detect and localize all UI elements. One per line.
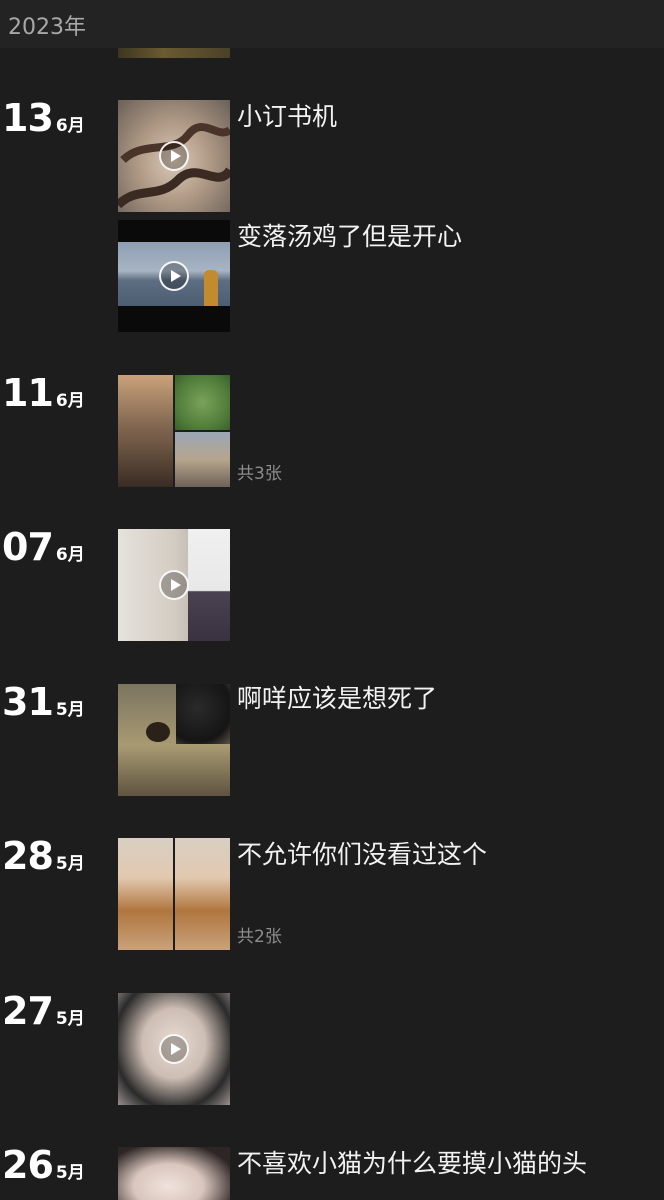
year-header: 2023年	[0, 0, 664, 48]
play-icon	[159, 141, 189, 171]
play-icon	[159, 1034, 189, 1064]
photo-grass	[175, 375, 230, 430]
day-number: 27	[2, 989, 54, 1033]
timeline-entry: 11 6月 共3张	[0, 373, 664, 493]
month-label: 5月	[55, 854, 85, 874]
portrait-video-thumbnail[interactable]	[118, 993, 230, 1105]
play-icon	[159, 261, 189, 291]
post-caption[interactable]: 啊咩应该是想死了	[237, 682, 437, 716]
date-label: 28 5月	[2, 836, 85, 876]
date-label: 27 5月	[2, 991, 85, 1031]
post-caption[interactable]: 不喜欢小猫为什么要摸小猫的头	[237, 1147, 587, 1181]
figure-shape	[204, 270, 218, 306]
post-caption[interactable]: 小订书机	[237, 100, 337, 134]
portrait-photo[interactable]	[118, 1147, 230, 1200]
figure-shape	[188, 529, 230, 641]
month-label: 6月	[55, 116, 85, 136]
snake-video-thumbnail[interactable]	[118, 100, 230, 212]
post-caption[interactable]: 不允许你们没看过这个	[237, 838, 487, 872]
photo-portrait-right	[175, 838, 230, 950]
photo-count: 共2张	[237, 927, 282, 947]
dark-object	[176, 684, 230, 744]
timeline-entry: 28 5月 不允许你们没看过这个 共2张	[0, 836, 664, 956]
day-number: 28	[2, 834, 54, 878]
year-label: 2023年	[8, 15, 86, 40]
spider-shape	[146, 722, 170, 742]
date-label: 31 5月	[2, 682, 85, 722]
date-label: 13 6月	[2, 98, 85, 138]
spider-tank-photo[interactable]	[118, 684, 230, 796]
day-number: 31	[2, 680, 54, 724]
lake-video-thumbnail[interactable]	[118, 220, 230, 332]
photo-sunset	[175, 432, 230, 487]
month-label: 5月	[55, 1009, 85, 1029]
timeline-entry: 27 5月	[0, 991, 664, 1111]
photo-portrait-left	[118, 838, 173, 950]
timeline-screen: 2023年 13 6月 小订书机 变落汤鸡了但是开心 11 6月 共3张 07 …	[0, 0, 664, 1200]
day-number: 07	[2, 525, 54, 569]
month-label: 5月	[55, 700, 85, 720]
photo-selfie	[118, 375, 173, 487]
timeline-entry: 07 6月	[0, 527, 664, 647]
timeline-entry: 26 5月 不喜欢小猫为什么要摸小猫的头	[0, 1145, 664, 1200]
date-label: 07 6月	[2, 527, 85, 567]
month-label: 6月	[55, 391, 85, 411]
play-icon	[159, 570, 189, 600]
three-photo-grid[interactable]	[118, 375, 230, 487]
timeline-entry: 31 5月 啊咩应该是想死了	[0, 682, 664, 802]
day-number: 26	[2, 1143, 54, 1187]
day-number: 11	[2, 371, 54, 415]
photo-count: 共3张	[237, 464, 282, 484]
two-photo-grid[interactable]	[118, 838, 230, 950]
timeline-entry: 13 6月 小订书机 变落汤鸡了但是开心	[0, 98, 664, 338]
date-label: 11 6月	[2, 373, 85, 413]
month-label: 6月	[55, 545, 85, 565]
post-caption[interactable]: 变落汤鸡了但是开心	[237, 220, 462, 254]
month-label: 5月	[55, 1163, 85, 1183]
room-video-thumbnail[interactable]	[118, 529, 230, 641]
day-number: 13	[2, 96, 54, 140]
date-label: 26 5月	[2, 1145, 85, 1185]
